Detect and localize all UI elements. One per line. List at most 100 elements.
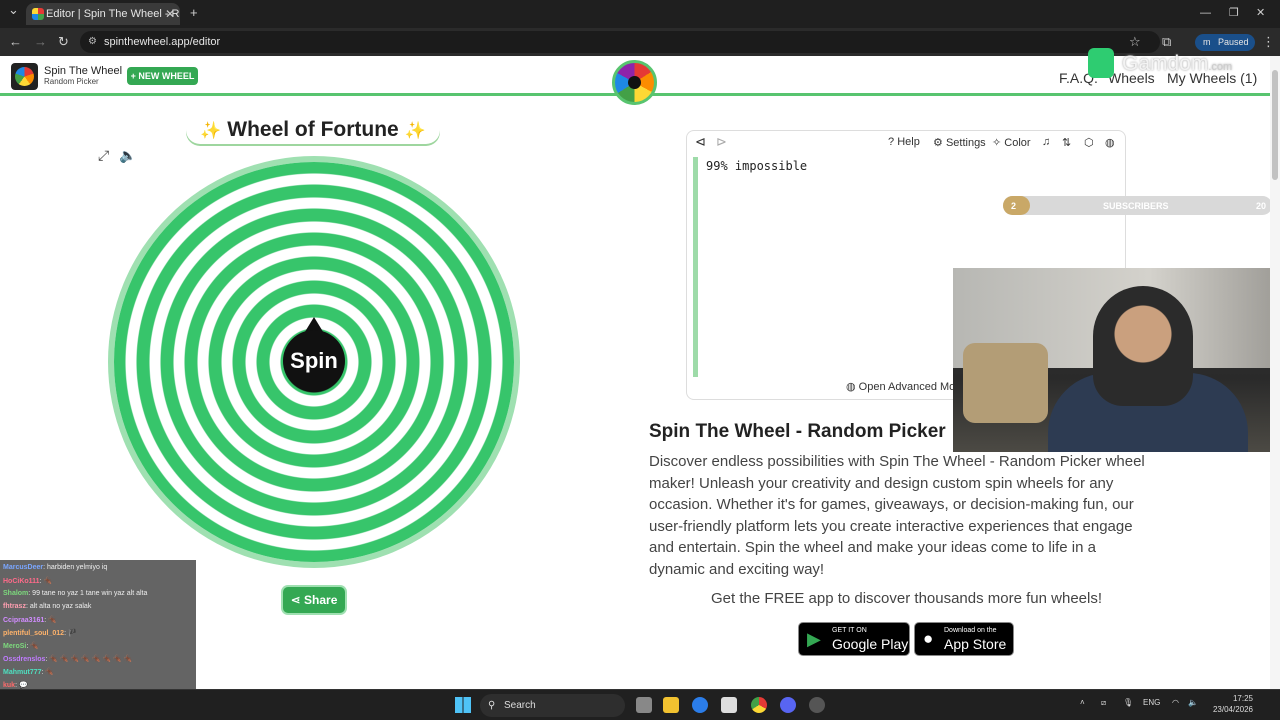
cube-icon[interactable]: ⬡ — [1084, 136, 1094, 149]
gamdom-suffix: .com — [1208, 61, 1233, 73]
palette-icon[interactable]: ◍ — [1105, 136, 1115, 149]
subscribers-progress-fill — [1003, 196, 1030, 215]
sparkle-icon: ✧ — [992, 137, 1002, 149]
site-favicon-icon — [32, 8, 44, 20]
help-button[interactable]: ? Help — [888, 136, 920, 148]
edge-icon[interactable] — [692, 697, 708, 713]
settings-button[interactable]: ⚙ Settings — [933, 136, 986, 149]
volume-icon[interactable]: 🔈 — [1188, 698, 1198, 707]
palette-icon: ◍ — [846, 381, 856, 393]
task-view-icon[interactable] — [636, 697, 652, 713]
chat-message: Ccipraa3161: 🪳 — [3, 616, 57, 624]
chrome-icon[interactable] — [751, 697, 767, 713]
new-tab-icon[interactable]: + — [190, 0, 198, 27]
chat-username: Ossdrenslos — [3, 656, 46, 663]
color-button[interactable]: ✧ Color — [992, 136, 1031, 149]
brand-name[interactable]: Spin The Wheel — [44, 65, 122, 77]
profile-initial: m — [1203, 37, 1211, 47]
clock-time: 17:25 — [1232, 694, 1253, 703]
wifi-icon[interactable]: ◠ — [1172, 698, 1179, 707]
app-store-small: Download on the — [944, 627, 997, 634]
color-label: Color — [1004, 137, 1031, 149]
open-advanced-button[interactable]: ◍ Open Advanced Mo — [846, 380, 955, 393]
sparkle-icon: ✨ — [404, 121, 426, 140]
chat-username: kuk — [3, 682, 16, 689]
help-icon: ? — [888, 136, 895, 148]
tray-chevron-icon[interactable]: ˄ — [1080, 698, 1085, 707]
google-play-button[interactable]: ▶ GET IT ON Google Play — [798, 622, 910, 656]
undo-icon[interactable]: ⊲ — [695, 134, 706, 150]
google-play-icon: ▶ — [807, 629, 821, 649]
obs-icon[interactable] — [809, 697, 825, 713]
tab-editor[interactable]: Editor | Spin The Wheel - Rand ✕ — [26, 3, 180, 25]
profile-status: Paused — [1218, 37, 1249, 47]
close-window-icon[interactable]: ✕ — [1256, 0, 1265, 27]
music-icon[interactable]: ♫ — [1042, 136, 1050, 148]
subscribers-goal-bar: 2 SUBSCRIBERS 20 — [1003, 196, 1272, 215]
site-info-icon[interactable]: ⚙ — [88, 31, 97, 53]
chat-text: : 💬 — [15, 682, 28, 689]
page-scrollbar[interactable] — [1270, 56, 1280, 689]
tray-app-icon[interactable]: ⧄ — [1101, 698, 1106, 708]
browser-menu-icon[interactable]: ⋮ — [1262, 28, 1275, 56]
close-tab-icon[interactable]: ✕ — [165, 3, 175, 25]
webcam-feed — [953, 268, 1280, 452]
app-store-button[interactable]: ● Download on the App Store — [914, 622, 1014, 656]
tab-list-icon[interactable]: ⌄ — [8, 0, 19, 24]
reload-icon[interactable]: ↻ — [58, 28, 69, 56]
taskbar-search[interactable]: ⚲ Search — [480, 694, 625, 717]
chat-text: : alt alta no yaz salak — [25, 603, 92, 610]
forward-icon[interactable]: → — [34, 28, 47, 56]
back-icon[interactable]: ← — [9, 28, 22, 56]
spin-button[interactable]: Spin — [283, 330, 345, 392]
taskbar-clock[interactable]: 17:25 23/04/2026 — [1208, 693, 1253, 715]
chat-text: : 🪳 — [39, 578, 53, 585]
stream-chat-overlay: MarcusDeer: harbiden yelmiyo iq HoCiKo111… — [0, 560, 196, 702]
share-button[interactable]: ⋖ Share — [283, 587, 345, 613]
sound-icon[interactable]: 🔈 — [119, 147, 136, 164]
store-icon[interactable] — [721, 697, 737, 713]
discord-icon[interactable] — [780, 697, 796, 713]
maximize-icon[interactable]: ❐ — [1229, 0, 1239, 27]
search-label: Search — [504, 700, 536, 711]
chat-message: plentiful_soul_012: 🏴 — [3, 629, 77, 637]
chat-username: MeroSi — [3, 643, 27, 650]
address-bar[interactable]: ⚙ spinthewheel.app/editor — [80, 31, 1160, 53]
chat-text: : 🏴 — [64, 630, 77, 637]
gamdom-logo-icon — [1088, 48, 1114, 78]
language-indicator[interactable]: ENG — [1143, 698, 1160, 707]
minimize-icon[interactable]: — — [1200, 0, 1211, 27]
sparkle-icon: ✨ — [200, 121, 222, 140]
center-wheel-logo-icon[interactable] — [612, 60, 657, 105]
subscribers-goal: 20 — [1255, 201, 1266, 211]
chat-username: fhtrasz — [3, 603, 26, 610]
wheel-title[interactable]: ✨ Wheel of Fortune ✨ — [186, 116, 440, 144]
new-wheel-button[interactable]: + NEW WHEEL — [127, 67, 198, 85]
apple-icon: ● — [923, 629, 934, 648]
search-icon: ⚲ — [488, 700, 496, 711]
chat-username: MarcusDeer — [3, 564, 44, 571]
url-text: spinthewheel.app/editor — [104, 36, 221, 48]
redo-icon[interactable]: ⊳ — [716, 134, 727, 150]
sort-icon[interactable]: ⇅ — [1062, 136, 1071, 149]
windows-start-icon[interactable] — [455, 697, 471, 713]
subscribers-label: SUBSCRIBERS — [1103, 201, 1169, 211]
file-explorer-icon[interactable] — [663, 697, 679, 713]
help-label: Help — [897, 136, 920, 148]
site-logo-icon[interactable] — [11, 63, 38, 90]
chat-message: fhtrasz: alt alta no yaz salak — [3, 603, 91, 610]
gamdom-overlay: Gamdom.com — [1088, 48, 1260, 82]
microphone-icon[interactable]: 🎙 — [1123, 698, 1133, 707]
fullscreen-icon[interactable]: ⤢ — [98, 147, 109, 164]
tab-title: Editor | Spin The Wheel - Rand — [46, 8, 180, 20]
chat-username: Mahmut777 — [3, 669, 42, 676]
settings-label: Settings — [945, 137, 986, 149]
scrollbar-thumb[interactable] — [1272, 70, 1278, 180]
chat-text: : 🪳 🪳 🪳 🪳 🪳 🪳 🪳 🪳 — [45, 656, 133, 663]
app-store-label: App Store — [944, 636, 1007, 652]
clock-date: 23/04/2026 — [1212, 705, 1253, 714]
google-play-label: Google Play — [832, 636, 909, 652]
browser-tab-bar: ⌄ Editor | Spin The Wheel - Rand ✕ + — ❐… — [0, 0, 1280, 28]
share-label: Share — [304, 593, 338, 607]
advanced-label: Open Advanced Mo — [858, 381, 956, 393]
